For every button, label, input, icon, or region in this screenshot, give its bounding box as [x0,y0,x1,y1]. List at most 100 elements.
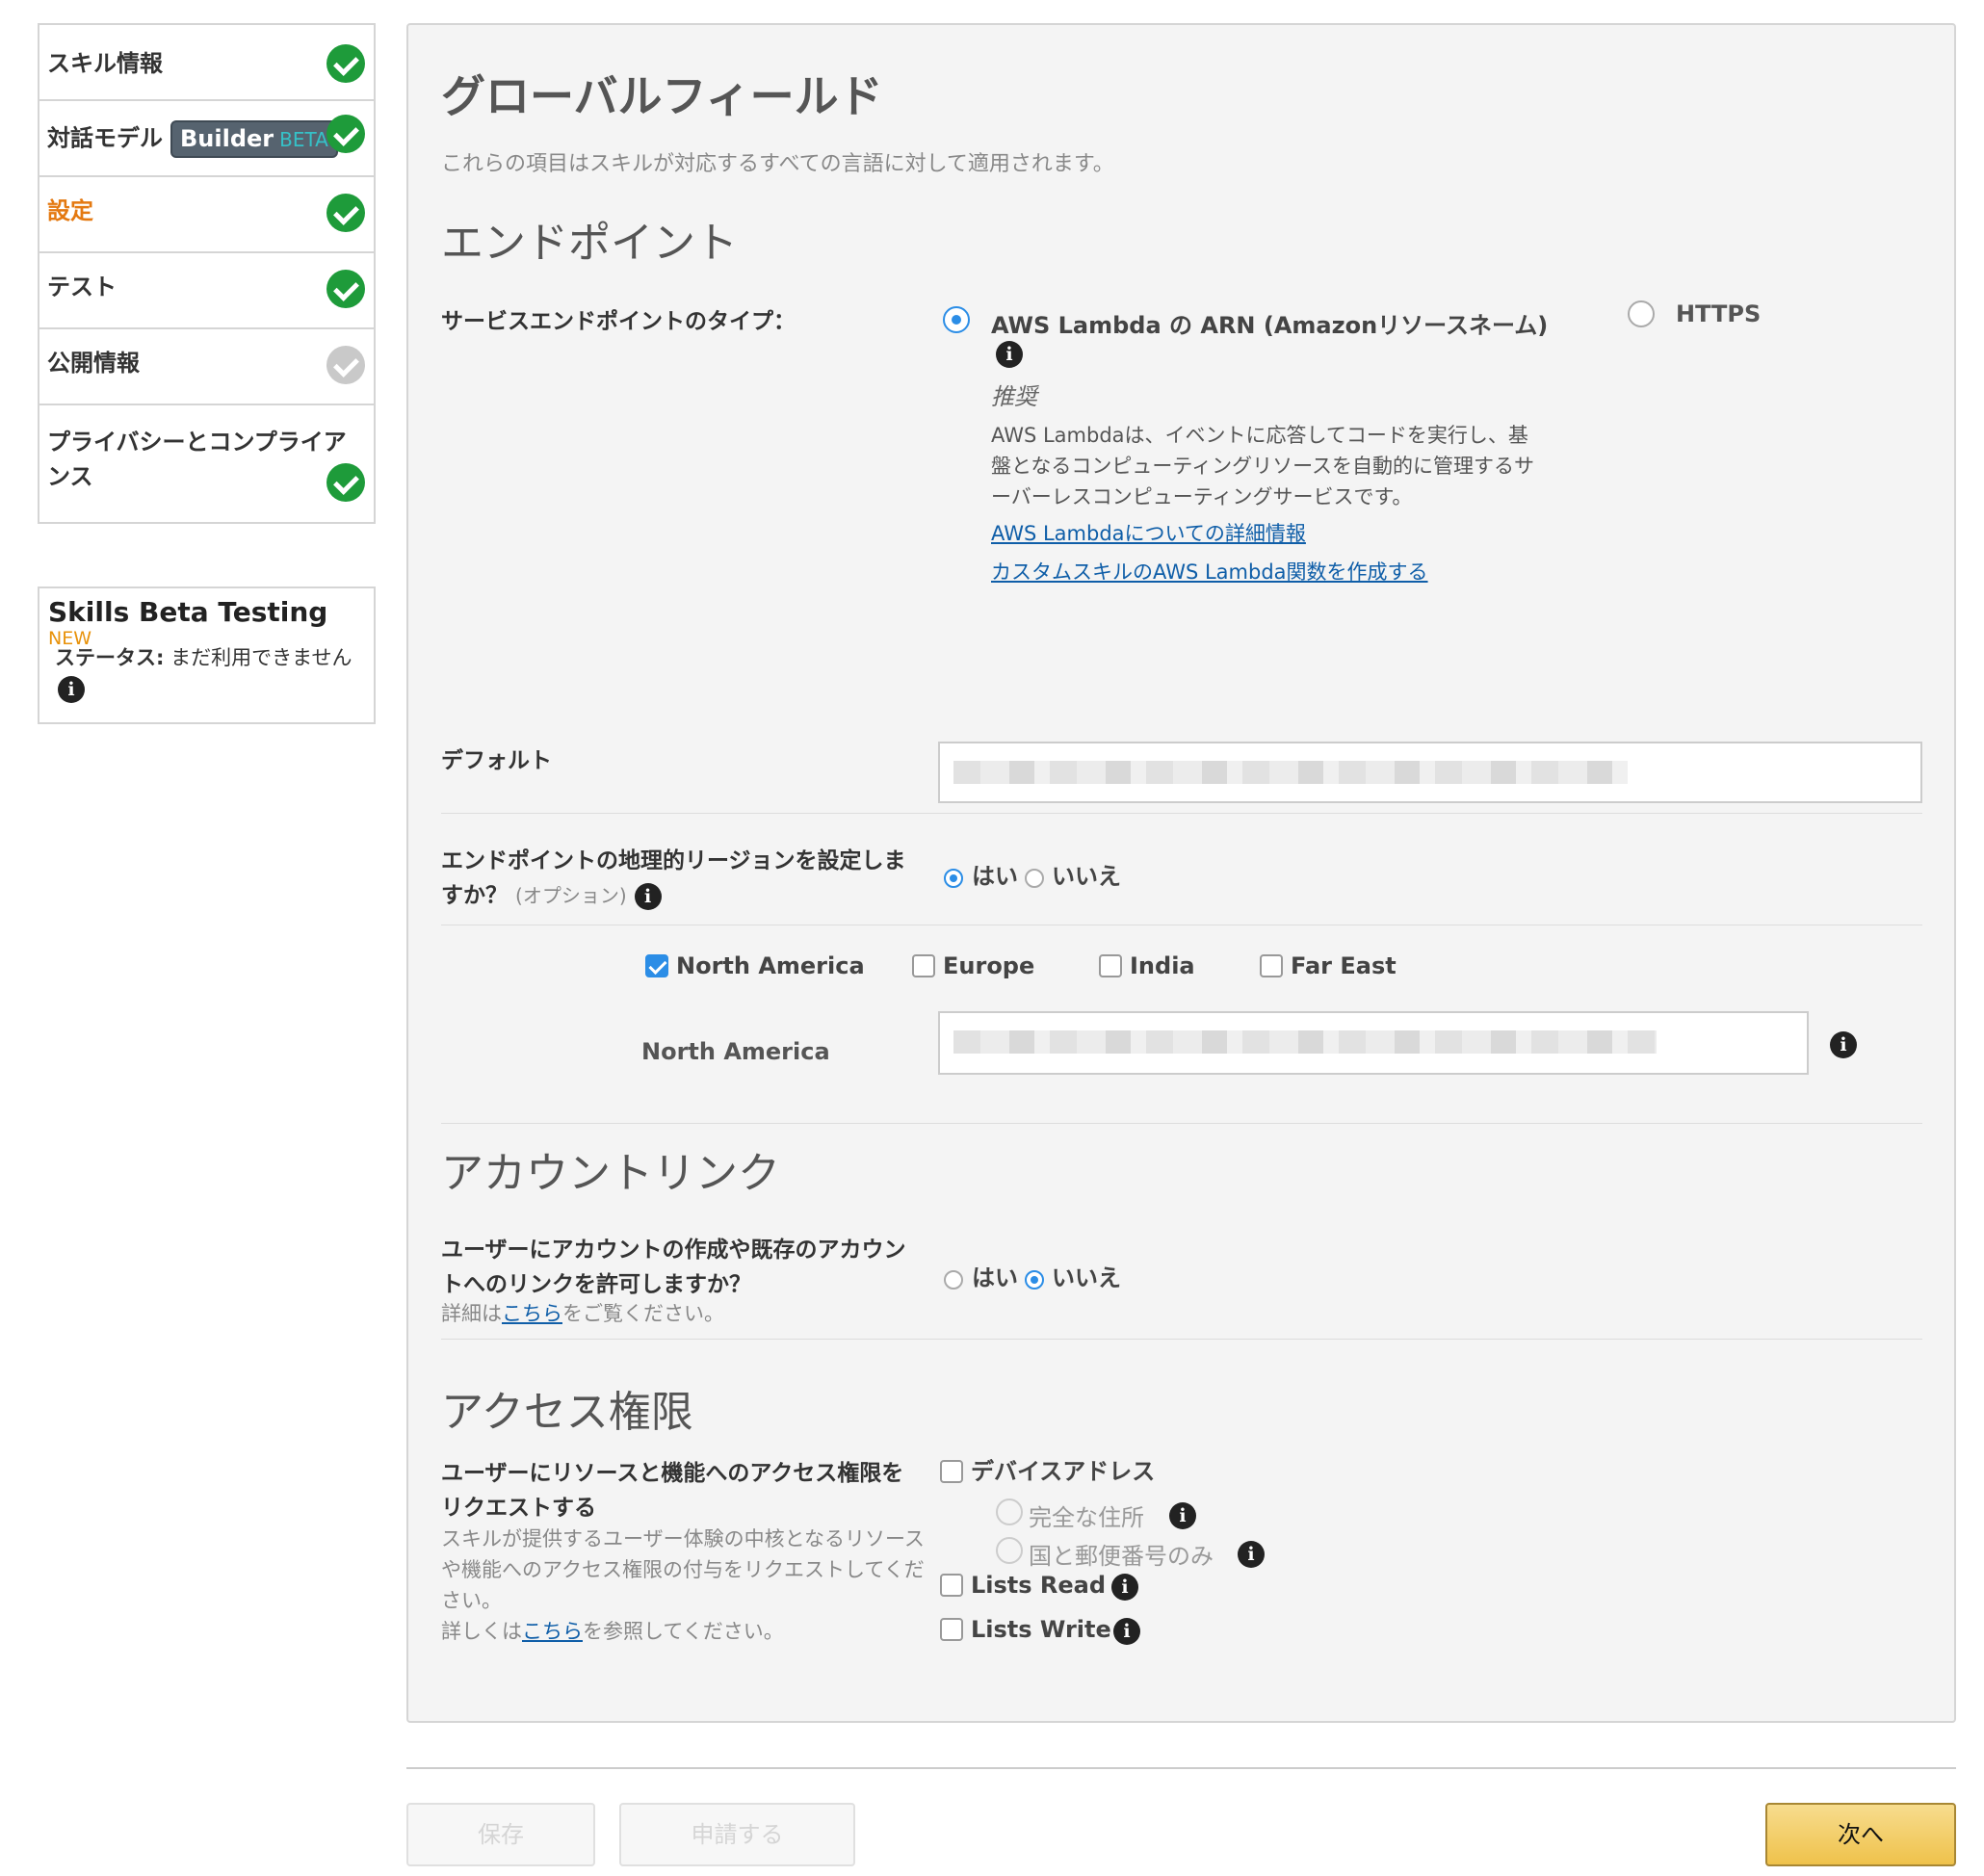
nav-label: プライバシーとコンプライアンス [47,429,347,490]
region-no-label: いいえ [1052,863,1121,890]
north-america-checkbox[interactable] [645,954,668,977]
lists-write-checkbox[interactable] [940,1618,963,1641]
https-radio[interactable] [1628,300,1655,327]
region-yes-radio[interactable] [944,869,963,888]
https-label: HTTPS [1676,300,1762,327]
north-america-endpoint-label: North America [641,1038,830,1065]
skill-nav-sidebar: スキル情報 対話モデル Builder BETA 設定 テスト 公開情報 プライバシ… [38,23,376,524]
permissions-description: スキルが提供するユーザー体験の中核となるリソースや機能へのアクセス権限の付与をリ… [441,1527,925,1612]
divider [441,813,1922,814]
region-no-radio[interactable] [1025,869,1044,888]
permissions-label: ユーザーにリソースと機能へのアクセス権限をリクエストする [441,1461,904,1521]
info-icon[interactable]: i [996,341,1023,368]
account-no-radio[interactable] [1025,1270,1044,1290]
info-icon[interactable]: i [1830,1031,1857,1058]
lists-read-label: Lists Read [971,1572,1107,1599]
region-yes-label: はい [972,863,1018,890]
info-icon[interactable]: i [1113,1618,1140,1645]
north-america-label: North America [676,952,865,979]
region-question: エンドポイントの地理的リージョンを設定しますか？ (オプション) i [441,844,913,913]
submit-button[interactable]: 申請する [619,1803,855,1866]
page-subtitle: これらの項目はスキルが対応するすべての言語に対して適用されます。 [441,152,1114,176]
more-post: を参照してください。 [583,1620,784,1643]
builder-badge: Builder BETA [170,120,338,158]
info-icon[interactable]: i [634,882,662,910]
permissions-details-link[interactable]: こちら [522,1620,583,1643]
save-button[interactable]: 保存 [406,1803,595,1866]
footer-divider [406,1767,1956,1769]
full-address-radio[interactable] [996,1498,1023,1525]
nav-item-publishing-info[interactable]: 公開情報 [39,329,374,405]
default-endpoint-input[interactable] [938,742,1922,803]
nav-item-skill-info[interactable]: スキル情報 [39,25,374,101]
complete-check-icon [326,115,365,153]
configuration-panel: グローバルフィールド これらの項目はスキルが対応するすべての言語に対して適用され… [406,23,1956,1723]
india-label: India [1130,952,1195,979]
europe-label: Europe [943,952,1035,979]
more-pre: 詳しくは [441,1620,522,1643]
europe-checkbox[interactable] [912,954,935,977]
account-linking-details: 詳細はこちらをご覧ください。 [441,1298,724,1329]
nav-label: 公開情報 [47,350,140,377]
badge-text: Builder [180,125,274,152]
next-button[interactable]: 次へ [1765,1803,1956,1866]
country-postal-label: 国と郵便番号のみ [1029,1543,1214,1570]
optional-tag: (オプション) [515,884,627,907]
nav-item-interaction-model[interactable]: 対話モデル Builder BETA [39,101,374,177]
incomplete-check-icon [326,346,365,384]
details-pre: 詳細は [441,1302,502,1325]
lambda-arn-label: AWS Lambda の ARN (Amazonリソースネーム) [991,312,1549,339]
far-east-checkbox[interactable] [1260,954,1283,977]
beta-title-text: Skills Beta Testing [48,596,328,628]
account-yes-label: はい [972,1264,1018,1291]
account-linking-question: ユーザーにアカウントの作成や既存のアカウントへのリンクを許可しますか？ [441,1238,906,1297]
nav-label: テスト [47,274,117,300]
device-address-checkbox[interactable] [940,1460,963,1483]
info-icon[interactable]: i [58,676,85,703]
status-label: ステータス: [55,646,165,669]
info-icon[interactable]: i [1111,1574,1138,1601]
redacted-value [953,1030,1657,1054]
details-post: をご覧ください。 [562,1302,724,1325]
permissions-heading: アクセス権限 [441,1388,693,1437]
complete-check-icon [326,270,365,308]
beta-tag: BETA [279,128,328,151]
account-yes-radio[interactable] [944,1270,963,1290]
account-details-link[interactable]: こちら [502,1302,562,1325]
endpoint-type-label: サービスエンドポイントのタイプ： [441,309,796,334]
nav-label: 対話モデル Builder BETA [47,120,338,158]
status-value: まだ利用できません [170,646,352,669]
complete-check-icon [326,194,365,232]
lambda-arn-radio[interactable] [943,306,970,333]
create-lambda-link[interactable]: カスタムスキルのAWS Lambda関数を作成する [991,557,1428,586]
nav-item-configuration[interactable]: 設定 [39,177,374,253]
recommended-label: 推奨 [991,383,1037,410]
far-east-label: Far East [1291,952,1397,979]
complete-check-icon [326,463,365,502]
india-checkbox[interactable] [1099,954,1122,977]
nav-label: 設定 [47,197,93,224]
redacted-value [953,761,1628,784]
account-no-label: いいえ [1052,1264,1121,1291]
skills-beta-testing-card: Skills Beta Testing NEW ステータス: まだ利用できません… [38,586,376,724]
divider [441,1123,1922,1124]
endpoint-heading: エンドポイント [441,219,738,268]
north-america-endpoint-input[interactable] [938,1011,1809,1075]
info-icon[interactable]: i [1169,1502,1196,1529]
page-title: グローバルフィールド [441,70,883,122]
info-icon[interactable]: i [1238,1541,1265,1568]
nav-item-test[interactable]: テスト [39,253,374,329]
nav-label-text: 対話モデル [47,124,163,152]
complete-check-icon [326,44,365,83]
divider [441,1339,1922,1340]
device-address-label: デバイスアドレス [971,1458,1156,1485]
country-postal-radio[interactable] [996,1537,1023,1564]
permissions-more-info: 詳しくはこちらを参照してください。 [441,1616,784,1647]
nav-item-privacy-compliance[interactable]: プライバシーとコンプライアンス [39,405,374,522]
lambda-info-link[interactable]: AWS Lambdaについての詳細情報 [991,518,1306,547]
nav-label: スキル情報 [47,50,163,77]
lambda-description: AWS Lambdaは、イベントに応答してコードを実行し、基盤となるコンピューテ… [991,424,1535,508]
beta-status: ステータス: まだ利用できません [55,642,352,671]
default-endpoint-label: デフォルト [441,748,552,773]
lists-read-checkbox[interactable] [940,1574,963,1597]
